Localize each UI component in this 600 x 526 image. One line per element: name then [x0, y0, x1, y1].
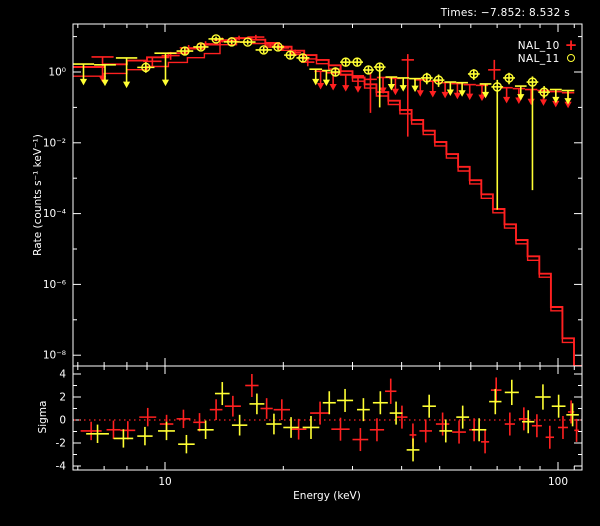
legend: NAL_10 + NAL_11	[517, 36, 579, 65]
model-curve-nal_11-model	[73, 41, 575, 366]
svg-text:10: 10	[158, 476, 171, 488]
svg-text:10⁻²: 10⁻²	[43, 137, 66, 149]
svg-text:10⁻⁶: 10⁻⁶	[43, 279, 66, 291]
spectrum-app: 10⁰ 10⁻² 10⁻⁴ 10⁻⁶ 10⁻⁸ 4 2 0 -2 -4 10 100 Times: −…	[0, 0, 600, 526]
plot-canvas: 10⁰ 10⁻² 10⁻⁴ 10⁻⁶ 10⁻⁸ 4 2 0 -2 -4 10 100	[43, 23, 583, 489]
svg-text:10⁻⁴: 10⁻⁴	[43, 208, 66, 220]
svg-text:10⁻⁸: 10⁻⁸	[43, 350, 66, 362]
legend-item-nal11: NAL_11	[518, 52, 579, 65]
x-axis-label: Energy (keV)	[293, 490, 361, 502]
svg-text:2: 2	[59, 392, 66, 404]
svg-text:-2: -2	[56, 438, 66, 450]
y-axis-label-sigma: Sigma	[37, 400, 49, 434]
spectrum-series-nal_10	[91, 34, 575, 137]
legend-item-nal10: NAL_10 +	[517, 36, 579, 54]
tick-labels: 10⁰ 10⁻² 10⁻⁴ 10⁻⁶ 10⁻⁸ 4 2 0 -2 -4 10 100	[43, 67, 568, 489]
legend-label-nal11: NAL_11	[517, 52, 560, 65]
legend-label-nal10: NAL_10	[517, 39, 560, 52]
svg-text:0: 0	[59, 415, 66, 427]
y-axis-label-rate: Rate (counts s⁻¹ keV⁻¹)	[32, 134, 44, 256]
circle-marker-icon	[563, 52, 579, 65]
plus-marker-icon: +	[564, 36, 578, 54]
plot-title: Times: −7.852: 8.532 s	[440, 7, 570, 19]
svg-text:4: 4	[59, 369, 66, 381]
svg-text:-4: -4	[56, 461, 67, 473]
svg-text:10⁰: 10⁰	[48, 67, 66, 79]
svg-text:100: 100	[548, 476, 568, 488]
